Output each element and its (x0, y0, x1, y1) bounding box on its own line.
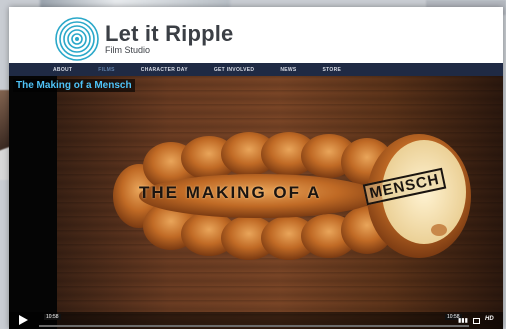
progress-bar[interactable] (39, 325, 469, 327)
nav-item-character-day[interactable]: CHARACTER DAY (141, 67, 188, 73)
hd-icon[interactable]: HD (485, 316, 494, 322)
video-controls: 10:58 10:58 ▮▮▮ HD (9, 312, 503, 329)
video-title[interactable]: The Making of a Mensch (13, 79, 135, 92)
nav-item-get-involved[interactable]: GET INVOLVED (214, 67, 254, 73)
site-subtitle: Film Studio (105, 45, 151, 55)
nav-item-store[interactable]: STORE (323, 67, 342, 73)
play-icon[interactable] (19, 315, 28, 325)
nav-item-about[interactable]: ABOUT (53, 67, 72, 73)
browser-window: Let it Ripple Film Studio ABOUT FILMS CH… (9, 7, 503, 329)
site-title[interactable]: Let it Ripple (105, 21, 234, 47)
captions-icon[interactable] (473, 318, 480, 324)
current-time-badge: 10:58 (44, 314, 61, 320)
nav-item-films[interactable]: FILMS (98, 67, 115, 73)
video-player[interactable]: The Making of a Mensch THE MAKING OF A M… (9, 76, 503, 329)
nav-item-news[interactable]: NEWS (280, 67, 296, 73)
site-header: Let it Ripple Film Studio (9, 7, 503, 63)
volume-icon[interactable]: ▮▮▮ (458, 317, 468, 324)
main-nav: ABOUT FILMS CHARACTER DAY GET INVOLVED N… (9, 63, 503, 76)
video-overlay-title: THE MAKING OF A (139, 183, 322, 202)
video-letterbox (9, 76, 57, 329)
